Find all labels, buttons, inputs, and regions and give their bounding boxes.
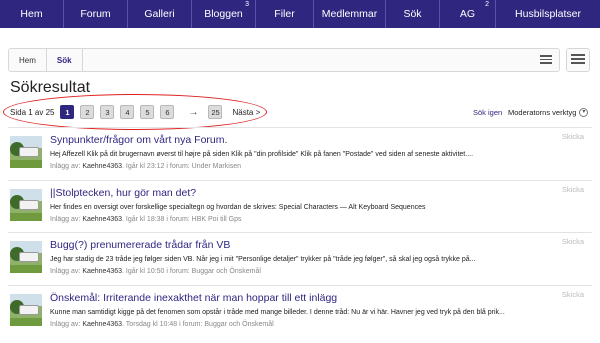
result-item: ||Stolptecken, hur gör man det? Her find… <box>8 185 592 237</box>
result-item: Önskemål: Irriterande inexakthet när man… <box>8 290 592 342</box>
result-thumbnail[interactable] <box>10 189 42 221</box>
author-link[interactable]: Kaehne4363 <box>82 216 122 223</box>
nav-item-ag[interactable]: AG 2 <box>440 0 496 28</box>
divider <box>8 232 592 233</box>
result-thumbnail[interactable] <box>10 241 42 273</box>
nav-item-bloggen[interactable]: Bloggen 3 <box>192 0 256 28</box>
chevron-down-icon: ▾ <box>579 108 589 117</box>
result-meta: Inlägg av: Kaehne4363. Torsdag kl 10:48 … <box>50 321 274 328</box>
top-navigation: Hem Forum Galleri Bloggen 3 Filer Medlem… <box>0 0 600 28</box>
nav-label: Sök <box>403 8 422 20</box>
result-meta: Inlägg av: Kaehne4363. Igår kl 18:38 i f… <box>50 216 241 223</box>
meta-suffix: . Igår kl 10:50 i forum: Buggar och Önsk… <box>122 268 261 275</box>
meta-prefix: Inlägg av: <box>50 268 81 275</box>
result-meta: Inlägg av: Kaehne4363. Igår kl 10:50 i f… <box>50 268 261 275</box>
author-link[interactable]: Kaehne4363 <box>82 163 122 170</box>
nav-item-sok[interactable]: Sök <box>386 0 440 28</box>
nav-label: AG <box>459 8 476 20</box>
meta-prefix: Inlägg av: <box>50 163 81 170</box>
moderator-tools-menu[interactable]: Moderatorns verktyg ▾ <box>508 108 589 117</box>
nav-item-husbilsplatser[interactable]: Husbilsplatser <box>496 0 600 28</box>
result-snippet: Kunne man samtidigt kigge på det fenomen… <box>50 309 505 316</box>
result-title-link[interactable]: Önskemål: Irriterande inexakthet när man… <box>50 292 337 304</box>
result-title-link[interactable]: Synpunkter/frågor om vårt nya Forum. <box>50 134 227 146</box>
meta-suffix: . Torsdag kl 10:48 i forum: Buggar och Ö… <box>122 321 274 328</box>
toolbar-icon[interactable] <box>539 53 553 67</box>
breadcrumb-home[interactable]: Hem <box>9 49 47 71</box>
breadcrumb-current[interactable]: Sök <box>47 49 83 71</box>
divider <box>8 180 592 181</box>
share-link[interactable]: Skicka <box>562 290 584 299</box>
share-link[interactable]: Skicka <box>562 185 584 194</box>
nav-item-filer[interactable]: Filer <box>256 0 314 28</box>
nav-label: Filer <box>274 8 295 20</box>
nav-label: Forum <box>80 8 111 20</box>
nav-label: Bloggen <box>204 8 243 20</box>
share-link[interactable]: Skicka <box>562 132 584 141</box>
meta-suffix: . Igår kl 23:12 i forum: Under Markisen <box>122 163 242 170</box>
menu-icon[interactable] <box>566 48 590 72</box>
result-title-link[interactable]: ||Stolptecken, hur gör man det? <box>50 187 196 199</box>
search-again-link[interactable]: Sök igen <box>473 108 502 117</box>
result-snippet: Hej Affezell Klik på dit brugernavn øver… <box>50 151 474 158</box>
highlight-annotation <box>3 94 267 130</box>
meta-suffix: . Igår kl 18:38 i forum: HBK Poi till Gp… <box>122 216 242 223</box>
nav-item-medlemmar[interactable]: Medlemmar <box>314 0 386 28</box>
page-title: Sökresultat <box>10 79 91 96</box>
result-thumbnail[interactable] <box>10 136 42 168</box>
nav-label: Hem <box>20 8 43 20</box>
breadcrumb: Hem Sök <box>8 48 560 72</box>
notification-badge: 3 <box>245 1 249 8</box>
share-link[interactable]: Skicka <box>562 237 584 246</box>
result-item: Bugg(?) prenumererade trådar från VB Jeg… <box>8 237 592 289</box>
result-meta: Inlägg av: Kaehne4363. Igår kl 23:12 i f… <box>50 163 241 170</box>
divider <box>8 285 592 286</box>
notification-badge: 2 <box>485 1 489 8</box>
result-title-link[interactable]: Bugg(?) prenumererade trådar från VB <box>50 239 230 251</box>
nav-item-galleri[interactable]: Galleri <box>128 0 192 28</box>
author-link[interactable]: Kaehne4363 <box>82 268 122 275</box>
result-snippet: Jeg har stadig de 23 tråde jeg følger si… <box>50 256 476 263</box>
breadcrumb-label: Hem <box>19 55 36 65</box>
moderator-tools-label: Moderatorns verktyg <box>508 108 577 117</box>
nav-label: Husbilsplatser <box>515 8 581 20</box>
nav-item-forum[interactable]: Forum <box>64 0 128 28</box>
nav-label: Galleri <box>144 8 175 20</box>
author-link[interactable]: Kaehne4363 <box>82 321 122 328</box>
meta-prefix: Inlägg av: <box>50 321 81 328</box>
result-snippet: Her findes en oversigt over forskellige … <box>50 204 426 211</box>
nav-label: Medlemmar <box>321 8 378 20</box>
meta-prefix: Inlägg av: <box>50 216 81 223</box>
result-thumbnail[interactable] <box>10 294 42 326</box>
breadcrumb-label: Sök <box>56 55 72 65</box>
result-item: Synpunkter/frågor om vårt nya Forum. Hej… <box>8 132 592 184</box>
nav-item-hem[interactable]: Hem <box>0 0 64 28</box>
divider <box>8 127 592 128</box>
